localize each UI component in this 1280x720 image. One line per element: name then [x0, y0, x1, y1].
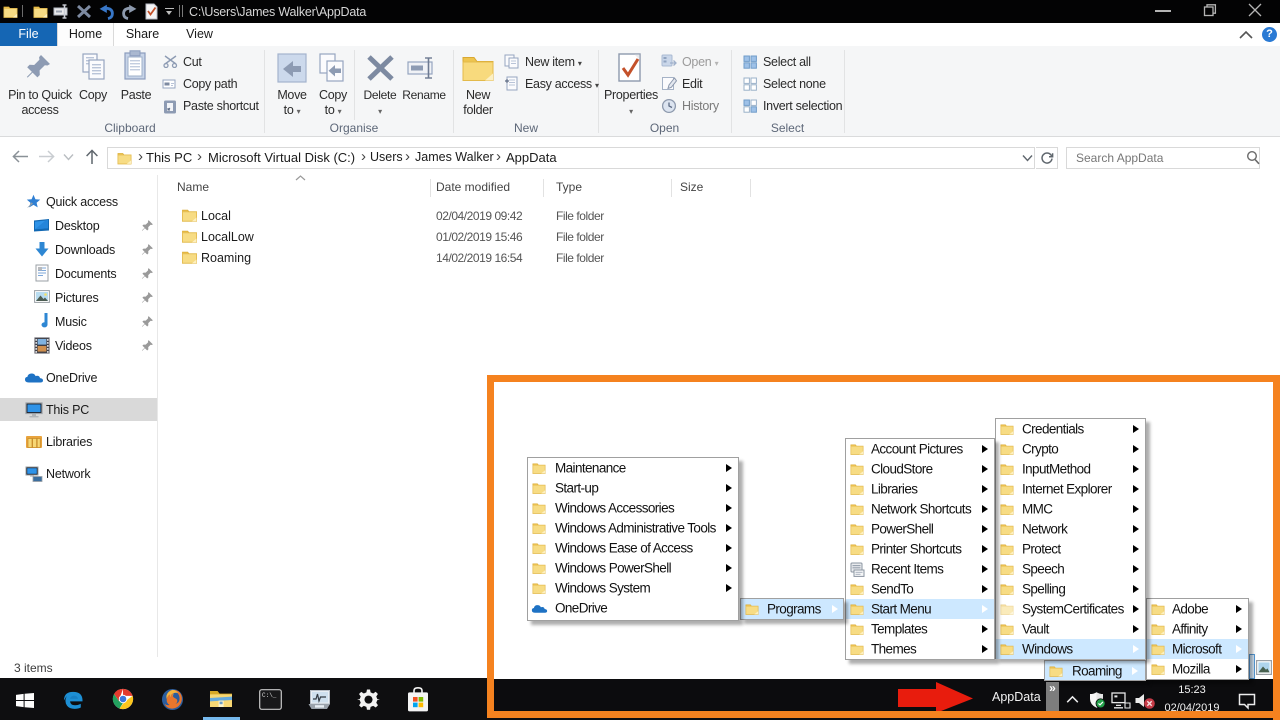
svg-text:C:\_: C:\_: [262, 692, 277, 699]
